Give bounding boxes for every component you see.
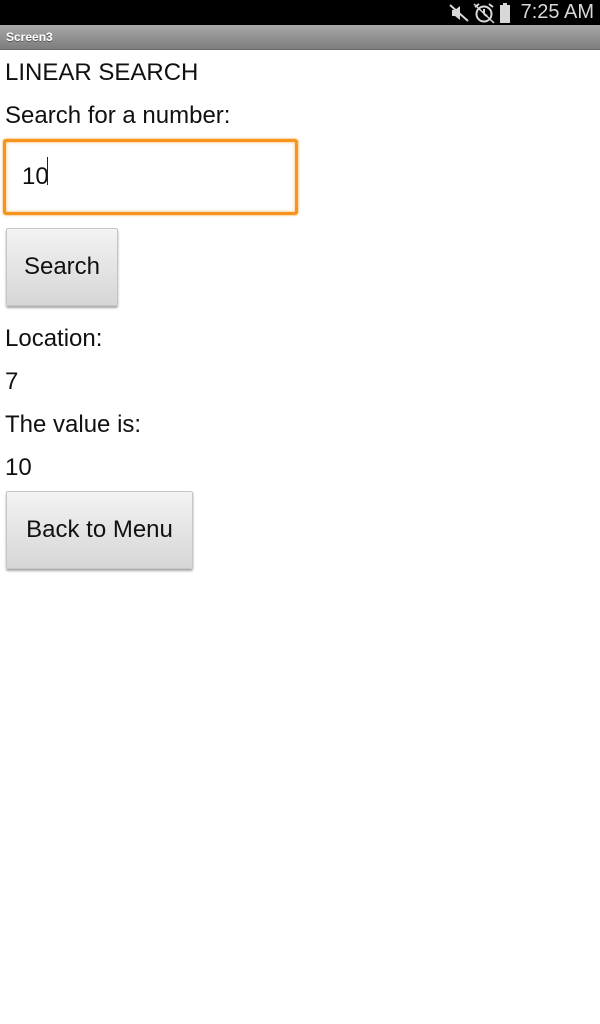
location-value: 7 [5, 368, 19, 395]
screen-title: Screen3 [6, 30, 53, 44]
mute-icon [448, 3, 469, 23]
search-button[interactable]: Search [6, 228, 118, 306]
location-label: Location: [5, 325, 103, 352]
status-icons: 7:25 AM [448, 0, 594, 25]
text-cursor [47, 157, 48, 185]
search-prompt-label: Search for a number: [5, 102, 231, 129]
value-value: 10 [5, 454, 32, 481]
status-time: 7:25 AM [520, 1, 594, 23]
title-bar: Screen3 [0, 25, 600, 50]
battery-icon [499, 2, 511, 24]
status-bar: 7:25 AM [0, 0, 600, 25]
value-label: The value is: [5, 411, 142, 438]
alarm-icon [473, 2, 495, 24]
back-to-menu-button[interactable]: Back to Menu [6, 491, 193, 569]
page-heading: LINEAR SEARCH [5, 59, 199, 86]
